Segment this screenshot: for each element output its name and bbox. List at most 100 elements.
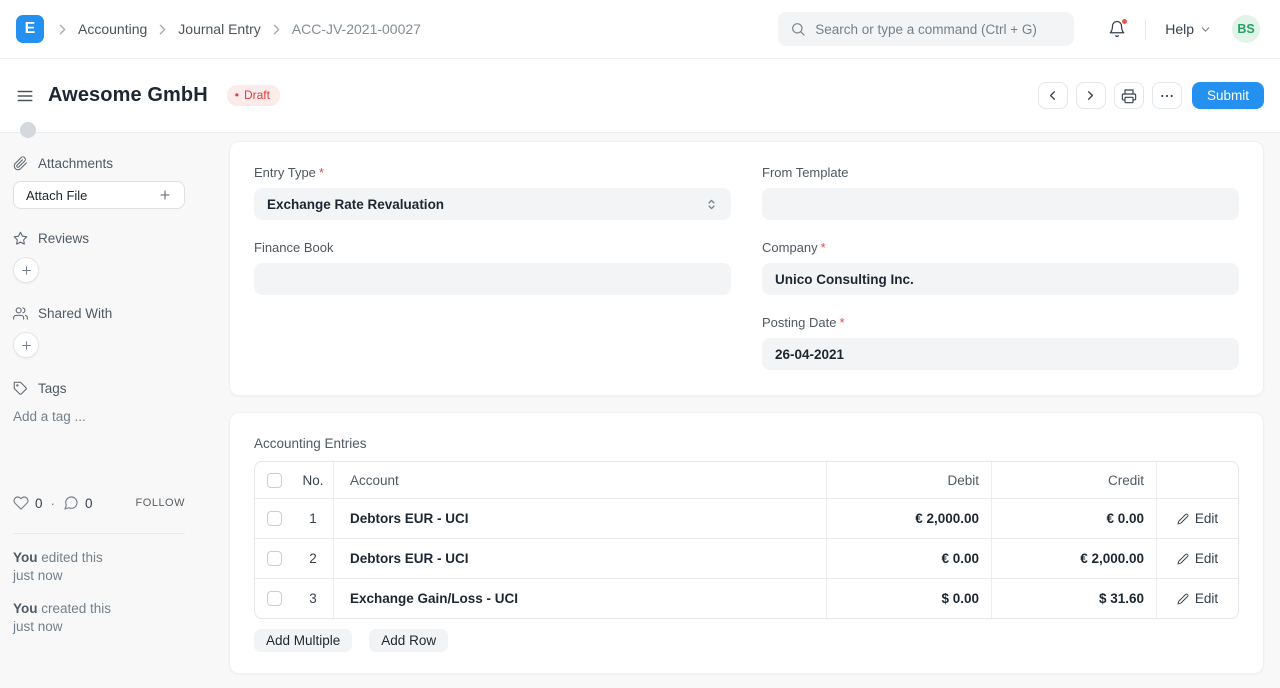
edit-label: Edit [1195, 511, 1218, 526]
edit-row-button[interactable]: Edit [1157, 499, 1238, 538]
print-button[interactable] [1114, 82, 1144, 109]
chevron-left-icon [1045, 88, 1060, 103]
breadcrumb-current-doc: ACC-JV-2021-00027 [292, 21, 421, 37]
required-marker: * [319, 165, 324, 180]
select-all-checkbox[interactable] [267, 473, 282, 488]
field-label: Finance Book [254, 240, 731, 255]
add-review-button[interactable] [13, 257, 39, 283]
row-checkbox[interactable] [267, 511, 282, 526]
row-checkbox[interactable] [267, 551, 282, 566]
search-input[interactable] [815, 22, 1062, 37]
sidebar-toggle-button[interactable] [16, 87, 34, 105]
chevron-right-icon [154, 21, 171, 38]
breadcrumb-journal-entry[interactable]: Journal Entry [178, 21, 260, 37]
search-icon [790, 21, 806, 37]
row-cell-debit[interactable]: $ 0.00 [827, 579, 992, 618]
row-cell-debit[interactable]: € 2,000.00 [827, 499, 992, 538]
attach-file-button[interactable]: Attach File [13, 181, 185, 209]
activity-action: edited this [41, 550, 103, 565]
field-company: Company* Unico Consulting Inc. [762, 240, 1239, 295]
chevron-right-icon [1083, 88, 1098, 103]
accounting-entries-card: Accounting Entries No. Account Debit Cre… [229, 412, 1264, 674]
star-icon [13, 231, 28, 246]
row-cell-no: 3 [293, 579, 334, 618]
row-cell-account[interactable]: Exchange Gain/Loss - UCI [334, 579, 827, 618]
breadcrumb-accounting[interactable]: Accounting [78, 21, 147, 37]
activity-actor: You [13, 601, 38, 616]
global-search[interactable] [778, 12, 1074, 46]
sidebar-divider [13, 533, 185, 534]
social-row: 0 · 0 FOLLOW [13, 495, 185, 511]
app-logo[interactable]: E [16, 15, 44, 43]
tag-icon [13, 381, 28, 396]
status-badge: • Draft [227, 85, 280, 106]
row-cell-account[interactable]: Debtors EUR - UCI [334, 499, 827, 538]
plus-icon [20, 264, 33, 277]
avatar-initials: BS [1237, 22, 1254, 36]
row-cell-checkbox [255, 539, 293, 578]
field-finance-book: Finance Book [254, 240, 731, 295]
add-tag-input[interactable]: Add a tag ... [13, 409, 185, 424]
more-actions-button[interactable] [1152, 82, 1182, 109]
breadcrumb: Accounting Journal Entry ACC-JV-2021-000… [54, 21, 421, 38]
table-row: 1 Debtors EUR - UCI € 2,000.00 € 0.00 Ed… [255, 498, 1238, 538]
notifications-button[interactable] [1108, 20, 1126, 38]
header-cell-debit: Debit [827, 462, 992, 498]
table-row: 2 Debtors EUR - UCI € 0.00 € 2,000.00 Ed… [255, 538, 1238, 578]
status-dot: • [235, 88, 239, 102]
help-menu[interactable]: Help [1165, 21, 1212, 37]
add-share-button[interactable] [13, 332, 39, 358]
row-cell-account[interactable]: Debtors EUR - UCI [334, 539, 827, 578]
add-row-button[interactable]: Add Row [369, 629, 448, 652]
row-cell-no: 1 [293, 499, 334, 538]
activity-actor: You [13, 550, 38, 565]
field-from-template: From Template [762, 165, 1239, 220]
chevron-right-icon [268, 21, 285, 38]
row-cell-credit[interactable]: € 0.00 [992, 499, 1157, 538]
ellipsis-icon [1159, 88, 1175, 104]
form-main: Entry Type* Exchange Rate Revaluation Fr… [229, 133, 1264, 688]
likes-count: 0 [35, 496, 43, 511]
form-grid-spacer [254, 315, 731, 370]
details-card: Entry Type* Exchange Rate Revaluation Fr… [229, 141, 1264, 396]
navbar-right: Help BS [778, 12, 1260, 46]
edit-label: Edit [1195, 591, 1218, 606]
dot-separator: · [51, 496, 56, 511]
comments-count: 0 [85, 496, 93, 511]
chevron-down-icon [1199, 23, 1212, 36]
field-entry-type: Entry Type* Exchange Rate Revaluation [254, 165, 731, 220]
row-checkbox[interactable] [267, 591, 282, 606]
company-input[interactable]: Unico Consulting Inc. [762, 263, 1239, 295]
select-chevrons-icon [705, 198, 718, 211]
printer-icon [1121, 88, 1137, 104]
attachments-section-heading: Attachments [13, 156, 185, 171]
next-document-button[interactable] [1076, 82, 1106, 109]
posting-date-input[interactable]: 26-04-2021 [762, 338, 1239, 370]
clipped-sidebar-element [20, 122, 36, 138]
page-head-actions: Submit [1038, 82, 1264, 109]
header-cell-checkbox [255, 462, 293, 498]
follow-button[interactable]: FOLLOW [136, 497, 185, 509]
row-cell-no: 2 [293, 539, 334, 578]
entry-type-select[interactable]: Exchange Rate Revaluation [254, 188, 731, 220]
activity-time: just now [13, 618, 185, 636]
row-cell-credit[interactable]: € 2,000.00 [992, 539, 1157, 578]
section-title: Accounting Entries [254, 436, 1239, 451]
from-template-input[interactable] [762, 188, 1239, 220]
add-multiple-button[interactable]: Add Multiple [254, 629, 352, 652]
row-cell-credit[interactable]: $ 31.60 [992, 579, 1157, 618]
row-cell-checkbox [255, 499, 293, 538]
posting-date-value: 26-04-2021 [775, 347, 844, 362]
shared-with-section-heading: Shared With [13, 306, 185, 321]
edit-row-button[interactable]: Edit [1157, 579, 1238, 618]
row-cell-debit[interactable]: € 0.00 [827, 539, 992, 578]
edit-row-button[interactable]: Edit [1157, 539, 1238, 578]
form-sidebar: Attachments Attach File Reviews Shared W… [13, 133, 185, 651]
prev-document-button[interactable] [1038, 82, 1068, 109]
submit-button[interactable]: Submit [1192, 82, 1264, 109]
finance-book-input[interactable] [254, 263, 731, 295]
user-avatar[interactable]: BS [1232, 15, 1260, 43]
reviews-section-heading: Reviews [13, 231, 185, 246]
comment-icon[interactable] [63, 495, 79, 511]
heart-icon[interactable] [13, 495, 29, 511]
